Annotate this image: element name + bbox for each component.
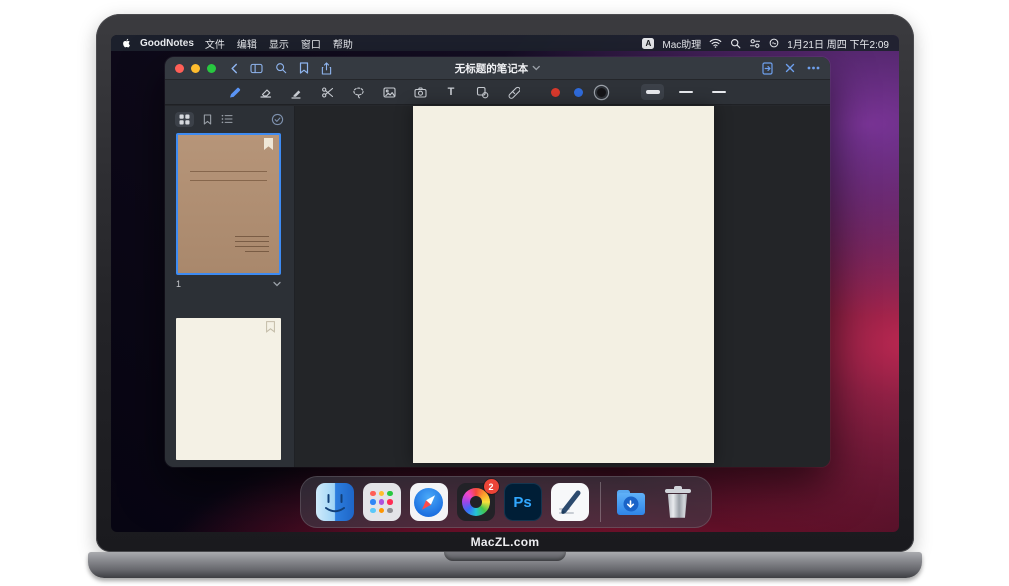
menu-file[interactable]: 文件 (199, 36, 231, 51)
control-center-icon[interactable] (749, 38, 761, 49)
stroke-thick-option[interactable] (641, 84, 664, 100)
menu-bar-clock[interactable]: 1月21日 周四 下午2:09 (787, 36, 889, 51)
bookmarks-view-icon[interactable] (203, 114, 212, 125)
tools-toolbar: T (165, 80, 830, 105)
outline-view-icon[interactable] (221, 114, 233, 124)
compass-icon (414, 488, 443, 517)
menu-view[interactable]: 显示 (263, 36, 295, 51)
bookmark-icon[interactable] (299, 62, 309, 74)
grid-view-icon[interactable] (175, 112, 194, 127)
menu-help[interactable]: 帮助 (327, 36, 359, 51)
chevron-down-icon (532, 65, 540, 71)
menu-window[interactable]: 窗口 (295, 36, 327, 51)
menu-bar: GoodNotes 文件 编辑 显示 窗口 帮助 A Mac助理 (111, 35, 899, 51)
back-icon[interactable] (230, 63, 238, 74)
search-icon[interactable] (275, 62, 287, 74)
pages-sidebar: 1 (165, 106, 295, 467)
share-icon[interactable] (321, 62, 332, 75)
more-icon[interactable] (807, 66, 820, 70)
laptop-base (88, 552, 922, 578)
pen-color-swatches (551, 88, 606, 97)
safari-dock-icon[interactable] (410, 483, 448, 521)
wifi-icon[interactable] (709, 38, 722, 48)
pinwheel-icon (462, 488, 490, 516)
downloads-folder-dock-icon[interactable] (612, 483, 650, 521)
highlighter-tool[interactable] (289, 86, 303, 99)
search-icon[interactable] (730, 38, 741, 49)
launchpad-dock-icon[interactable] (363, 483, 401, 521)
dock: 2 Ps (300, 476, 712, 528)
goodnotes-dock-icon[interactable] (551, 483, 589, 521)
stroke-thin-option[interactable] (707, 84, 730, 100)
notebook-page[interactable] (413, 106, 714, 463)
pen-tool[interactable] (227, 86, 241, 99)
dock-divider (600, 482, 601, 522)
color-blue-swatch[interactable] (574, 88, 583, 97)
stroke-width-options (641, 84, 730, 100)
text-tool[interactable]: T (444, 87, 458, 98)
page-thumbnail-1[interactable] (176, 133, 281, 275)
canvas-area (295, 106, 830, 467)
page-options-chevron-icon[interactable] (273, 281, 281, 287)
image-tool[interactable] (382, 86, 396, 99)
lasso-tool[interactable] (351, 86, 365, 99)
scissors-tool[interactable] (320, 86, 334, 99)
input-source-badge[interactable]: A (642, 38, 654, 49)
screen-wallpaper: GoodNotes 文件 编辑 显示 窗口 帮助 A Mac助理 (111, 35, 899, 532)
laptop-frame: GoodNotes 文件 编辑 显示 窗口 帮助 A Mac助理 (96, 14, 914, 552)
notification-badge: 2 (484, 479, 499, 494)
download-arrow-icon (623, 497, 638, 512)
trash-dock-icon[interactable] (659, 483, 697, 521)
bookmark-ribbon-icon (264, 138, 273, 150)
photos-dock-icon[interactable]: 2 (457, 483, 495, 521)
mac-assistant-label[interactable]: Mac助理 (662, 36, 701, 51)
goodnotes-window: 无标题的笔记本 (165, 57, 830, 467)
shapes-tool[interactable] (475, 86, 489, 99)
close-window-button[interactable] (175, 64, 184, 73)
bookmark-outline-icon (266, 321, 275, 333)
tape-tool[interactable] (506, 86, 520, 99)
minimize-window-button[interactable] (191, 64, 200, 73)
laptop-hinge-notch (444, 552, 566, 561)
window-titlebar: 无标题的笔记本 (165, 57, 830, 80)
zoom-window-button[interactable] (207, 64, 216, 73)
maczl-watermark: MacZL.com (96, 535, 914, 549)
close-icon[interactable] (785, 63, 795, 73)
menu-edit[interactable]: 编辑 (231, 36, 263, 51)
active-app-menu[interactable]: GoodNotes (140, 38, 194, 49)
view-options-icon[interactable] (250, 63, 263, 74)
page-thumbnail-2[interactable] (176, 318, 281, 460)
stroke-medium-option[interactable] (674, 84, 697, 100)
select-check-icon[interactable] (271, 113, 284, 126)
new-page-icon[interactable] (762, 62, 773, 75)
eraser-tool[interactable] (258, 86, 272, 99)
color-black-swatch[interactable] (597, 88, 606, 97)
siri-icon[interactable] (769, 38, 779, 48)
traffic-lights (175, 64, 216, 73)
photoshop-dock-icon[interactable]: Ps (504, 483, 542, 521)
notebook-title[interactable]: 无标题的笔记本 (455, 57, 541, 79)
color-red-swatch[interactable] (551, 88, 560, 97)
camera-tool[interactable] (413, 86, 427, 99)
apple-logo[interactable] (121, 37, 132, 49)
finder-dock-icon[interactable] (316, 483, 354, 521)
page-number: 1 (176, 279, 181, 289)
